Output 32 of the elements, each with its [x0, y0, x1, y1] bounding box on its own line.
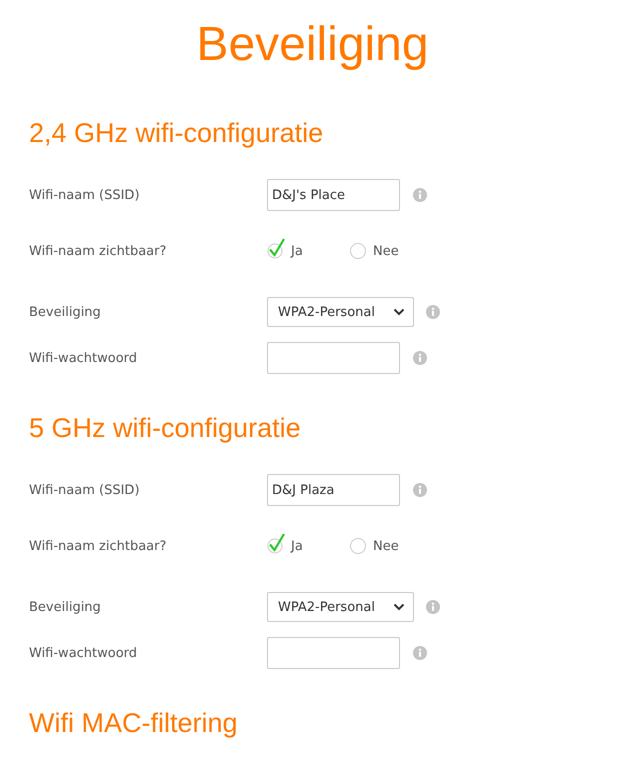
- checked-radio-icon[interactable]: [267, 532, 287, 554]
- field-label: Beveiliging: [29, 600, 102, 614]
- field-label: Wifi-naam (SSID): [29, 188, 141, 202]
- info-icon: [426, 305, 440, 319]
- info-icon: [413, 351, 427, 365]
- info-icon: [413, 646, 427, 660]
- section-heading: Wifi MAC-filtering: [29, 707, 239, 740]
- field-label: Wifi-naam zichtbaar?: [29, 244, 168, 258]
- checked-radio-icon[interactable]: [267, 237, 287, 259]
- field-label: Wifi-wachtwoord: [29, 350, 138, 366]
- password-field[interactable]: [267, 637, 400, 669]
- security-dropdown[interactable]: WPA2-Personal: [267, 592, 414, 622]
- security-dropdown[interactable]: WPA2-Personal: [267, 297, 414, 327]
- caret-icon: [393, 603, 405, 611]
- field-label: Beveiliging: [29, 304, 102, 320]
- radio-label[interactable]: Ja: [291, 244, 303, 258]
- page-title: Beveiliging: [195, 17, 430, 73]
- password-field[interactable]: [267, 342, 400, 374]
- info-icon: [426, 600, 440, 614]
- caret-icon: [393, 308, 405, 316]
- info-icon: [413, 483, 427, 497]
- radio-label[interactable]: Nee: [373, 244, 399, 258]
- field-label: Wifi-wachtwoord: [29, 646, 138, 660]
- info-icon: [413, 188, 427, 202]
- section-heading: 5 GHz wifi-configuratie: [29, 412, 302, 445]
- input-field[interactable]: D&J Plaza: [267, 474, 400, 506]
- field-label: Wifi-naam zichtbaar?: [29, 538, 168, 554]
- section-heading: 2,4 GHz wifi-configuratie: [29, 117, 324, 150]
- radio-label[interactable]: Ja: [291, 538, 303, 554]
- field-label: Wifi-naam (SSID): [29, 482, 141, 498]
- radio-label[interactable]: Nee: [373, 538, 399, 554]
- input-field[interactable]: D&J's Place: [267, 179, 400, 211]
